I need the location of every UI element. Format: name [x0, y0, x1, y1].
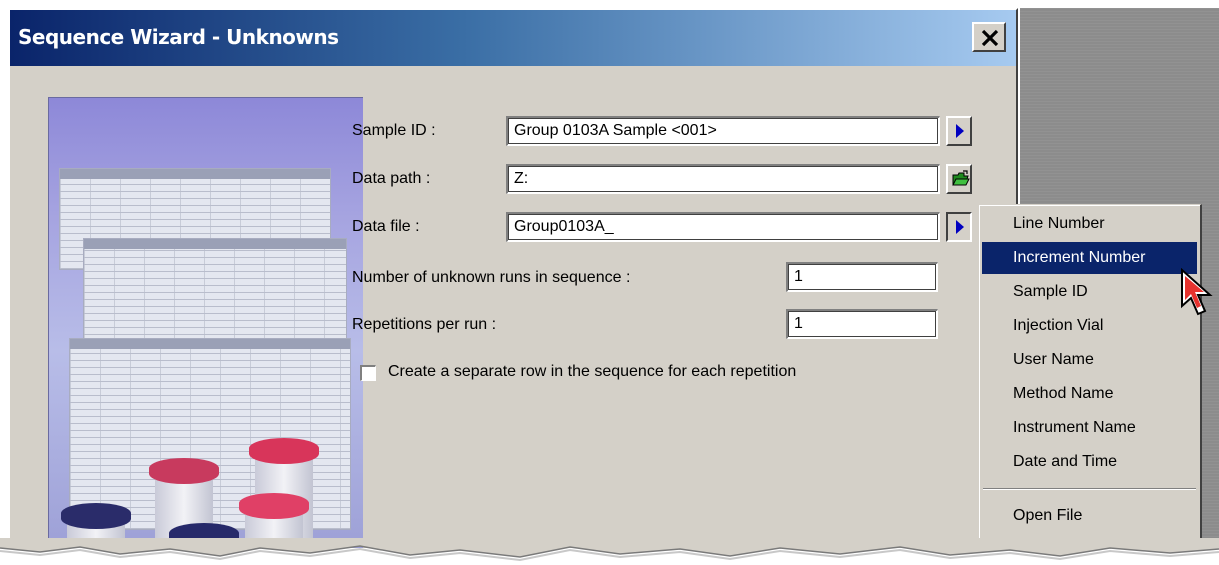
data-file-insert-button[interactable] [946, 212, 972, 242]
sample-id-label: Sample ID : [352, 122, 436, 139]
close-button[interactable] [972, 22, 1006, 52]
data-path-input[interactable]: Z: [506, 164, 940, 194]
menu-item-user-name[interactable]: User Name [982, 344, 1197, 376]
mouse-pointer-icon [1181, 268, 1213, 316]
open-folder-icon [952, 170, 970, 186]
arrow-right-icon [956, 220, 964, 234]
sequence-wizard-dialog: Sequence Wizard - Unknowns Sample ID : G… [8, 8, 1018, 548]
sample-id-input[interactable]: Group 0103A Sample <001> [506, 116, 940, 146]
unknown-runs-label: Number of unknown runs in sequence : [352, 269, 631, 286]
torn-edge-decoration [0, 538, 1219, 562]
repetitions-input[interactable]: 1 [786, 309, 938, 339]
menu-item-date-and-time[interactable]: Date and Time [982, 446, 1197, 478]
window-title: Sequence Wizard - Unknowns [18, 25, 339, 49]
data-file-label: Data file : [352, 218, 420, 235]
browse-folder-button[interactable] [946, 164, 972, 194]
menu-item-line-number[interactable]: Line Number [982, 208, 1197, 240]
menu-separator [983, 488, 1196, 490]
separate-row-label: Create a separate row in the sequence fo… [388, 363, 797, 380]
insert-field-menu: Line Number Increment Number Sample ID I… [978, 204, 1202, 540]
separate-row-checkbox[interactable] [360, 365, 376, 381]
title-bar: Sequence Wizard - Unknowns [10, 10, 1016, 66]
unknown-runs-input[interactable]: 1 [786, 262, 938, 292]
menu-item-method-name[interactable]: Method Name [982, 378, 1197, 410]
repetitions-label: Repetitions per run : [352, 316, 497, 333]
menu-item-increment-number[interactable]: Increment Number [982, 242, 1197, 274]
menu-item-open-file[interactable]: Open File [982, 500, 1197, 532]
data-file-input[interactable]: Group0103A_ [506, 212, 940, 242]
menu-item-sample-id[interactable]: Sample ID [982, 276, 1197, 308]
menu-item-instrument-name[interactable]: Instrument Name [982, 412, 1197, 444]
close-x-icon [981, 29, 999, 47]
data-path-label: Data path : [352, 170, 431, 187]
wizard-side-image [48, 97, 363, 548]
menu-item-injection-vial[interactable]: Injection Vial [982, 310, 1197, 342]
arrow-right-icon [956, 124, 964, 138]
sample-id-insert-button[interactable] [946, 116, 972, 146]
